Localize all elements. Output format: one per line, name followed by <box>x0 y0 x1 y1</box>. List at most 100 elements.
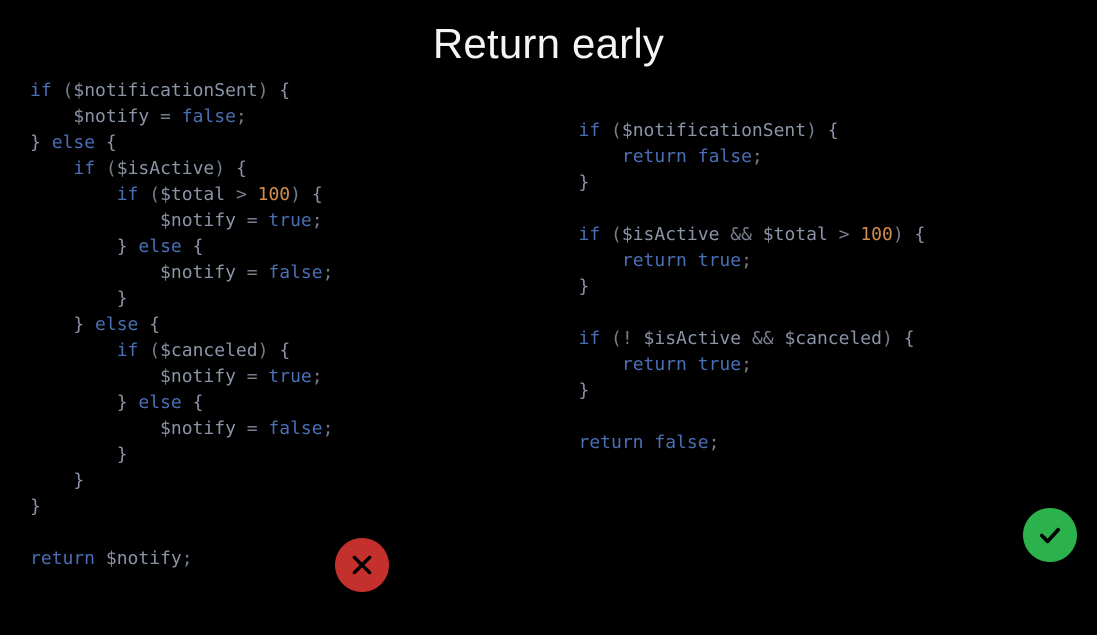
code-token: && <box>719 224 762 245</box>
code-token: if <box>30 80 52 101</box>
bad-code-block: if ( $notificationSent) { $notify = false… <box>30 78 519 572</box>
code-token <box>30 236 117 257</box>
code-token: false <box>654 432 708 453</box>
code-token <box>579 198 590 219</box>
code-token <box>687 250 698 271</box>
code-token: ) <box>806 120 828 141</box>
code-token: else <box>138 236 181 257</box>
code-token: ) <box>290 184 312 205</box>
code-token: ( <box>138 184 160 205</box>
code-token: && <box>741 328 784 349</box>
cross-icon <box>349 552 375 578</box>
code-token: { <box>915 224 926 245</box>
code-token <box>95 548 106 569</box>
code-token <box>30 522 41 543</box>
code-token: $canceled <box>160 340 258 361</box>
code-token: { <box>236 158 247 179</box>
code-token <box>30 470 73 491</box>
code-token: return <box>579 432 644 453</box>
slide-title: Return early <box>0 0 1097 68</box>
code-token: { <box>182 392 204 413</box>
code-token: } <box>30 132 52 153</box>
code-token: = <box>236 418 269 439</box>
code-token: else <box>138 392 181 413</box>
code-token: $notify <box>160 418 236 439</box>
code-token: false <box>268 418 322 439</box>
code-token: } <box>73 470 84 491</box>
code-token <box>30 418 160 439</box>
code-token: { <box>904 328 915 349</box>
code-token: if <box>579 224 601 245</box>
code-token: false <box>268 262 322 283</box>
code-token: { <box>828 120 839 141</box>
code-token: = <box>149 106 182 127</box>
code-token <box>687 354 698 375</box>
code-token: $notify <box>106 548 182 569</box>
code-token: = <box>236 210 269 231</box>
bad-badge <box>335 538 389 592</box>
code-token: $canceled <box>784 328 882 349</box>
code-token: false <box>698 146 752 167</box>
code-token: } <box>579 380 590 401</box>
code-token <box>579 406 590 427</box>
good-code-column: if ($notificationSent) { return false; }… <box>579 78 1068 572</box>
code-token: 100 <box>258 184 291 205</box>
code-token: ; <box>323 262 334 283</box>
code-token: ) <box>893 224 915 245</box>
code-token: ) <box>882 328 904 349</box>
code-token: $notify <box>73 106 149 127</box>
code-token: { <box>138 314 160 335</box>
check-icon <box>1036 521 1064 549</box>
code-token: $notificationSent <box>73 80 257 101</box>
code-token: ; <box>709 432 720 453</box>
code-token <box>30 210 160 231</box>
code-token <box>579 146 622 167</box>
code-token: } <box>579 276 590 297</box>
code-token: return <box>622 146 687 167</box>
code-token: ; <box>323 418 334 439</box>
code-token: 100 <box>860 224 893 245</box>
code-token: $notify <box>160 210 236 231</box>
code-token: { <box>279 340 290 361</box>
code-token: } <box>579 172 590 193</box>
code-token: $isActive <box>117 158 215 179</box>
code-token: $notificationSent <box>622 120 806 141</box>
code-token <box>30 314 73 335</box>
code-token: = <box>236 262 269 283</box>
code-token: true <box>268 210 311 231</box>
code-token: ; <box>182 548 193 569</box>
code-token: } <box>30 496 41 517</box>
code-token: $notify <box>160 366 236 387</box>
code-token <box>644 432 655 453</box>
code-token: > <box>225 184 258 205</box>
code-token: return <box>622 354 687 375</box>
code-token: = <box>236 366 269 387</box>
code-token: ; <box>741 354 752 375</box>
code-token: return <box>622 250 687 271</box>
code-token: $total <box>763 224 828 245</box>
code-token: { <box>95 132 117 153</box>
good-badge <box>1023 508 1077 562</box>
code-token: } <box>117 236 139 257</box>
code-token: ; <box>312 210 323 231</box>
code-token: } <box>117 288 128 309</box>
code-token <box>687 146 698 167</box>
code-token: false <box>182 106 236 127</box>
code-token: { <box>279 80 290 101</box>
code-token <box>579 354 622 375</box>
code-token: ) <box>258 340 280 361</box>
code-token <box>30 262 160 283</box>
code-token <box>30 392 117 413</box>
code-token: ) <box>214 158 236 179</box>
code-token: true <box>268 366 311 387</box>
code-token <box>579 302 590 323</box>
code-token: ( <box>600 120 622 141</box>
code-token: } <box>73 314 95 335</box>
code-token: ; <box>312 366 323 387</box>
code-token <box>30 366 160 387</box>
code-token: > <box>828 224 861 245</box>
code-columns: if ($notificationSent) { $notify = false… <box>0 68 1097 572</box>
code-token: } <box>117 392 139 413</box>
code-token: ( <box>600 224 622 245</box>
code-token: ; <box>752 146 763 167</box>
